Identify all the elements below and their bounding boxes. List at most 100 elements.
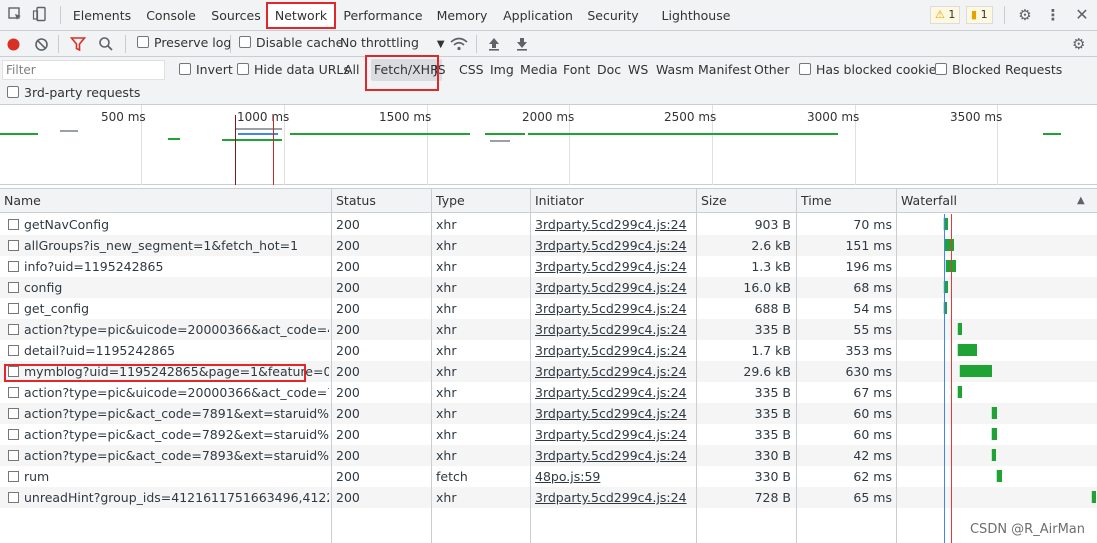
table-row[interactable]: rum 200 fetch 48po.js:59 330 B 62 ms bbox=[0, 466, 1097, 487]
throttling-select[interactable]: No throttling ▼ bbox=[340, 31, 445, 57]
checkbox-box[interactable] bbox=[237, 63, 249, 75]
search-icon[interactable] bbox=[98, 36, 114, 52]
column-header-time[interactable]: Time bbox=[797, 189, 832, 213]
type-filter-font[interactable]: Font bbox=[563, 59, 590, 81]
request-initiator-link[interactable]: 3rdparty.5cd299c4.js:24 bbox=[535, 319, 693, 340]
type-filter-doc[interactable]: Doc bbox=[597, 59, 621, 81]
type-filter-other[interactable]: Other bbox=[754, 59, 790, 81]
request-initiator-link[interactable]: 3rdparty.5cd299c4.js:24 bbox=[535, 235, 693, 256]
request-name[interactable]: config bbox=[24, 277, 329, 298]
settings-gear-icon[interactable]: ⚙ bbox=[1016, 6, 1034, 24]
has-blocked-cookies-checkbox[interactable]: Has blocked cookies bbox=[799, 59, 943, 81]
type-filter-img[interactable]: Img bbox=[490, 59, 514, 81]
request-name[interactable]: action?type=pic&act_code=7891&ext=starui… bbox=[24, 403, 329, 424]
sort-ascending-icon[interactable]: ▲ bbox=[1073, 189, 1085, 213]
request-initiator-link[interactable]: 3rdparty.5cd299c4.js:24 bbox=[535, 277, 693, 298]
checkbox-box[interactable] bbox=[935, 63, 947, 75]
type-filter-manifest[interactable]: Manifest bbox=[698, 59, 751, 81]
request-name[interactable]: action?type=pic&act_code=7893&ext=starui… bbox=[24, 445, 329, 466]
column-header-waterfall[interactable]: Waterfall bbox=[897, 189, 957, 213]
table-row[interactable]: config 200 xhr 3rdparty.5cd299c4.js:24 16.0 … bbox=[0, 277, 1097, 298]
record-button[interactable] bbox=[6, 36, 21, 52]
waterfall-bar[interactable] bbox=[991, 428, 997, 440]
type-filter-wasm[interactable]: Wasm bbox=[656, 59, 694, 81]
request-initiator-link[interactable]: 3rdparty.5cd299c4.js:24 bbox=[535, 298, 693, 319]
checkbox-box[interactable] bbox=[799, 63, 811, 75]
blocked-requests-checkbox[interactable]: Blocked Requests bbox=[935, 59, 1062, 81]
table-row[interactable]: action?type=pic&act_code=7892&ext=starui… bbox=[0, 424, 1097, 445]
request-name[interactable]: detail?uid=1195242865 bbox=[24, 340, 329, 361]
type-filter-css[interactable]: CSS bbox=[459, 59, 484, 81]
request-initiator-link[interactable]: 3rdparty.5cd299c4.js:24 bbox=[535, 214, 693, 235]
checkbox-box[interactable] bbox=[7, 86, 19, 98]
type-filter-media[interactable]: Media bbox=[520, 59, 558, 81]
hide-data-urls-checkbox[interactable]: Hide data URLs bbox=[237, 59, 350, 81]
type-filter-ws[interactable]: WS bbox=[628, 59, 648, 81]
waterfall-bar[interactable] bbox=[1091, 491, 1096, 503]
table-row[interactable]: allGroups?is_new_segment=1&fetch_hot=1 20… bbox=[0, 235, 1097, 256]
third-party-requests-checkbox[interactable]: 3rd-party requests bbox=[7, 83, 140, 103]
network-conditions-wifi-icon[interactable] bbox=[450, 36, 468, 52]
request-name[interactable]: rum bbox=[24, 466, 329, 487]
request-initiator-link[interactable]: 3rdparty.5cd299c4.js:24 bbox=[535, 487, 693, 508]
request-initiator-link[interactable]: 3rdparty.5cd299c4.js:24 bbox=[535, 340, 693, 361]
checkbox-box[interactable] bbox=[239, 36, 251, 48]
filter-funnel-icon[interactable] bbox=[69, 36, 87, 52]
timeline-overview[interactable]: 500 ms 1000 ms 1500 ms 2000 ms 2500 ms 3… bbox=[0, 105, 1097, 185]
close-devtools-icon[interactable]: ✕ bbox=[1073, 6, 1091, 24]
clear-icon[interactable] bbox=[34, 36, 49, 52]
tab-application[interactable]: Application bbox=[500, 0, 576, 31]
table-row[interactable]: action?type=pic&act_code=7893&ext=starui… bbox=[0, 445, 1097, 466]
tab-console[interactable]: Console bbox=[141, 0, 201, 31]
waterfall-bar[interactable] bbox=[957, 344, 977, 356]
import-har-upload-icon[interactable] bbox=[487, 36, 501, 52]
column-header-status[interactable]: Status bbox=[332, 189, 376, 213]
request-name[interactable]: info?uid=1195242865 bbox=[24, 256, 329, 277]
tab-performance[interactable]: Performance bbox=[342, 0, 424, 31]
disable-cache-checkbox[interactable]: Disable cache bbox=[239, 31, 343, 57]
waterfall-bar[interactable] bbox=[957, 386, 962, 398]
request-initiator-link[interactable]: 3rdparty.5cd299c4.js:24 bbox=[535, 424, 693, 445]
export-har-download-icon[interactable] bbox=[515, 36, 529, 52]
request-name[interactable]: allGroups?is_new_segment=1&fetch_hot=1 bbox=[24, 235, 329, 256]
waterfall-bar[interactable] bbox=[957, 323, 962, 335]
waterfall-bar[interactable] bbox=[991, 449, 996, 461]
waterfall-bar[interactable] bbox=[959, 365, 992, 377]
tab-memory[interactable]: Memory bbox=[432, 0, 492, 31]
checkbox-box[interactable] bbox=[137, 36, 149, 48]
warnings-badge[interactable]: ⚠ 1 bbox=[930, 6, 961, 24]
table-row[interactable]: get_config 200 xhr 3rdparty.5cd299c4.js:24 6… bbox=[0, 298, 1097, 319]
request-initiator-link[interactable]: 3rdparty.5cd299c4.js:24 bbox=[535, 445, 693, 466]
network-settings-gear-icon[interactable]: ⚙ bbox=[1072, 35, 1085, 53]
device-toolbar-icon[interactable] bbox=[31, 6, 49, 24]
table-row[interactable]: info?uid=1195242865 200 xhr 3rdparty.5cd299… bbox=[0, 256, 1097, 277]
checkbox-box[interactable] bbox=[179, 63, 191, 75]
request-initiator-link[interactable]: 3rdparty.5cd299c4.js:24 bbox=[535, 403, 693, 424]
type-filter-all[interactable]: All bbox=[344, 59, 360, 81]
tab-sources[interactable]: Sources bbox=[208, 0, 264, 31]
table-row[interactable]: action?type=pic&uicode=20000366&act_code… bbox=[0, 319, 1097, 340]
inspect-element-icon[interactable] bbox=[6, 6, 24, 24]
filter-input[interactable]: Filter bbox=[2, 60, 165, 80]
waterfall-bar[interactable] bbox=[944, 239, 954, 251]
column-header-size[interactable]: Size bbox=[697, 189, 727, 213]
waterfall-bar[interactable] bbox=[991, 407, 997, 419]
request-initiator-link[interactable]: 3rdparty.5cd299c4.js:24 bbox=[535, 382, 693, 403]
request-initiator-link[interactable]: 48po.js:59 bbox=[535, 466, 693, 487]
column-header-type[interactable]: Type bbox=[432, 189, 465, 213]
request-name[interactable]: getNavConfig bbox=[24, 214, 329, 235]
tab-security[interactable]: Security bbox=[584, 0, 642, 31]
table-row[interactable]: action?type=pic&uicode=20000366&act_code… bbox=[0, 382, 1097, 403]
invert-checkbox[interactable]: Invert bbox=[179, 59, 233, 81]
waterfall-bar[interactable] bbox=[996, 470, 1002, 482]
request-name[interactable]: unreadHint?group_ids=4121611751663496,41… bbox=[24, 487, 329, 508]
column-header-initiator[interactable]: Initiator bbox=[531, 189, 584, 213]
preserve-log-checkbox[interactable]: Preserve log bbox=[137, 31, 231, 57]
request-name[interactable]: action?type=pic&uicode=20000366&act_code… bbox=[24, 319, 329, 340]
table-row[interactable]: unreadHint?group_ids=4121611751663496,41… bbox=[0, 487, 1097, 508]
issues-badge[interactable]: ▮ 1 bbox=[966, 6, 993, 24]
request-name[interactable]: action?type=pic&act_code=7892&ext=starui… bbox=[24, 424, 329, 445]
request-name[interactable]: action?type=pic&uicode=20000366&act_code… bbox=[24, 382, 329, 403]
tab-network[interactable]: Network bbox=[266, 2, 336, 29]
table-row[interactable]: getNavConfig 200 xhr 3rdparty.5cd299c4.js:2… bbox=[0, 214, 1097, 235]
